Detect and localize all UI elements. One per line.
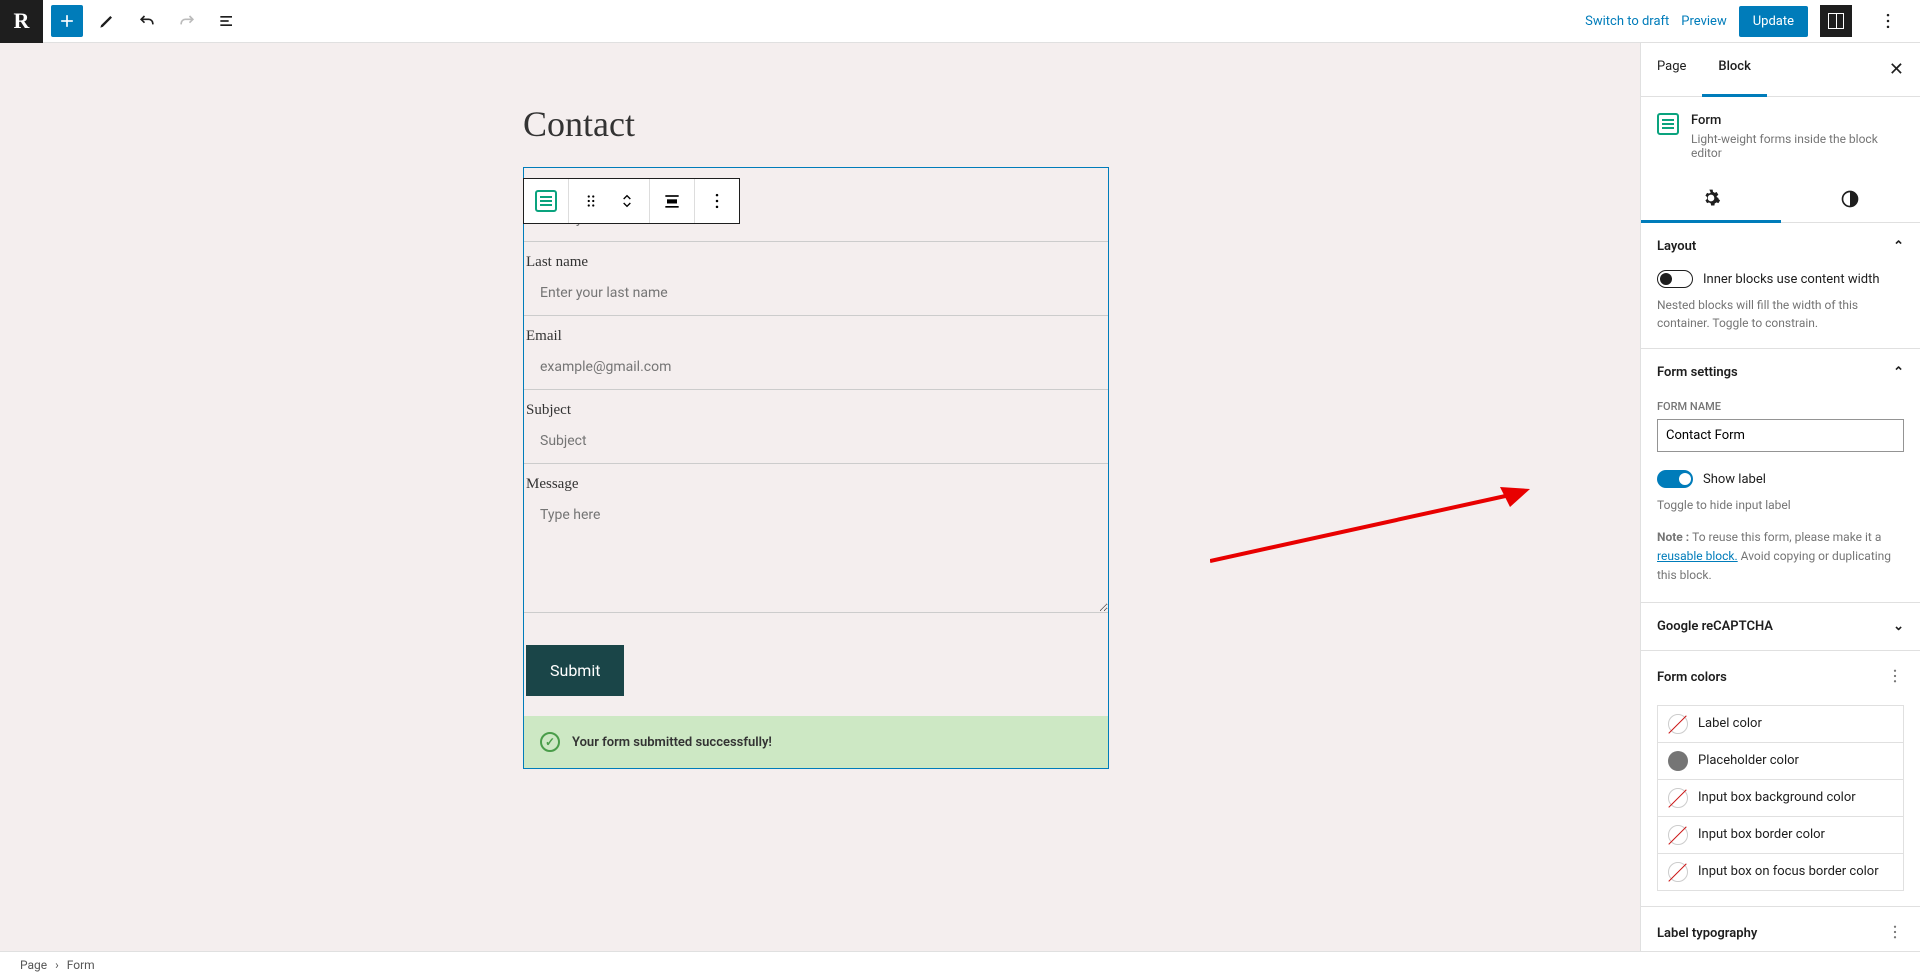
reusable-block-link[interactable]: reusable block. bbox=[1657, 549, 1738, 563]
layout-panel-toggle[interactable]: Layout ⌃ bbox=[1641, 223, 1920, 270]
chevron-down-icon: ⌄ bbox=[1893, 619, 1904, 634]
top-toolbar: R Switch to draft Preview Update bbox=[0, 0, 1920, 43]
check-icon: ✓ bbox=[540, 732, 560, 752]
form-name-input[interactable] bbox=[1657, 419, 1904, 452]
switch-to-draft-link[interactable]: Switch to draft bbox=[1585, 14, 1669, 29]
block-name: Form bbox=[1691, 113, 1904, 128]
chevron-up-icon: ⌃ bbox=[1893, 365, 1904, 380]
edit-mode-button[interactable] bbox=[91, 5, 123, 37]
update-button[interactable]: Update bbox=[1739, 6, 1808, 37]
input-bg-color-row[interactable]: Input box background color bbox=[1657, 779, 1904, 817]
recaptcha-panel-toggle[interactable]: Google reCAPTCHA ⌄ bbox=[1641, 603, 1920, 650]
content-width-label: Inner blocks use content width bbox=[1703, 272, 1880, 287]
breadcrumb-bar: Page › Form bbox=[0, 951, 1920, 977]
settings-sidebar: Page Block ✕ Form Light-weight forms ins… bbox=[1640, 43, 1920, 951]
page-title[interactable]: Contact bbox=[523, 103, 1640, 145]
message-textarea[interactable] bbox=[524, 493, 1108, 613]
form-name-field-label: FORM NAME bbox=[1657, 400, 1904, 413]
reusable-note: Note : To reuse this form, please make i… bbox=[1657, 528, 1904, 586]
styles-tab[interactable] bbox=[1781, 176, 1920, 222]
document-overview-button[interactable] bbox=[211, 5, 243, 37]
last-name-label: Last name bbox=[524, 254, 1108, 271]
add-block-button[interactable] bbox=[51, 5, 83, 37]
drag-handle[interactable] bbox=[573, 181, 609, 221]
chevron-up-icon: ⌃ bbox=[1893, 239, 1904, 254]
block-options-button[interactable] bbox=[699, 181, 735, 221]
redo-button[interactable] bbox=[171, 5, 203, 37]
block-toolbar bbox=[523, 178, 740, 224]
breadcrumb-page[interactable]: Page bbox=[20, 958, 47, 972]
show-label-text: Show label bbox=[1703, 472, 1766, 487]
options-menu-button[interactable] bbox=[1872, 5, 1904, 37]
tab-block[interactable]: Block bbox=[1702, 43, 1766, 97]
email-input[interactable] bbox=[524, 345, 1108, 390]
success-message: ✓ Your form submitted successfully! bbox=[524, 716, 1108, 768]
form-settings-panel-toggle[interactable]: Form settings ⌃ bbox=[1641, 349, 1920, 396]
show-label-toggle[interactable] bbox=[1657, 470, 1693, 488]
show-label-help: Toggle to hide input label bbox=[1657, 496, 1904, 514]
content-width-toggle[interactable] bbox=[1657, 270, 1693, 288]
label-color-row[interactable]: Label color bbox=[1657, 705, 1904, 743]
input-border-color-row[interactable]: Input box border color bbox=[1657, 816, 1904, 854]
breadcrumb-separator: › bbox=[55, 958, 59, 972]
tab-page[interactable]: Page bbox=[1641, 43, 1702, 96]
form-block[interactable]: First name Last name Email Subject Messa… bbox=[523, 167, 1109, 769]
form-colors-panel-toggle[interactable]: Form colors bbox=[1641, 651, 1920, 705]
success-text: Your form submitted successfully! bbox=[572, 735, 772, 750]
subject-input[interactable] bbox=[524, 419, 1108, 464]
placeholder-color-row[interactable]: Placeholder color bbox=[1657, 742, 1904, 780]
move-up-down[interactable] bbox=[609, 181, 645, 221]
input-focus-border-color-row[interactable]: Input box on focus border color bbox=[1657, 853, 1904, 891]
layout-help-text: Nested blocks will fill the width of thi… bbox=[1657, 296, 1904, 332]
email-label: Email bbox=[524, 328, 1108, 345]
submit-button[interactable]: Submit bbox=[526, 645, 624, 696]
editor-canvas[interactable]: Contact First name Last name bbox=[0, 43, 1640, 951]
message-label: Message bbox=[524, 476, 1108, 493]
site-logo[interactable]: R bbox=[0, 0, 43, 43]
annotation-arrow bbox=[1210, 483, 1530, 563]
settings-tab[interactable] bbox=[1641, 176, 1781, 223]
block-description: Light-weight forms inside the block edit… bbox=[1691, 132, 1904, 160]
label-typography-panel-toggle[interactable]: Label typography bbox=[1641, 907, 1920, 951]
breadcrumb-form[interactable]: Form bbox=[67, 958, 95, 972]
preview-link[interactable]: Preview bbox=[1681, 14, 1726, 29]
typography-options-button[interactable] bbox=[1886, 923, 1904, 945]
block-type-icon[interactable] bbox=[528, 181, 564, 221]
last-name-input[interactable] bbox=[524, 271, 1108, 316]
settings-panel-toggle[interactable] bbox=[1820, 5, 1852, 37]
form-block-icon bbox=[1657, 113, 1679, 160]
colors-options-button[interactable] bbox=[1886, 667, 1904, 689]
align-button[interactable] bbox=[654, 181, 690, 221]
close-sidebar-button[interactable]: ✕ bbox=[1873, 43, 1920, 96]
subject-label: Subject bbox=[524, 402, 1108, 419]
undo-button[interactable] bbox=[131, 5, 163, 37]
